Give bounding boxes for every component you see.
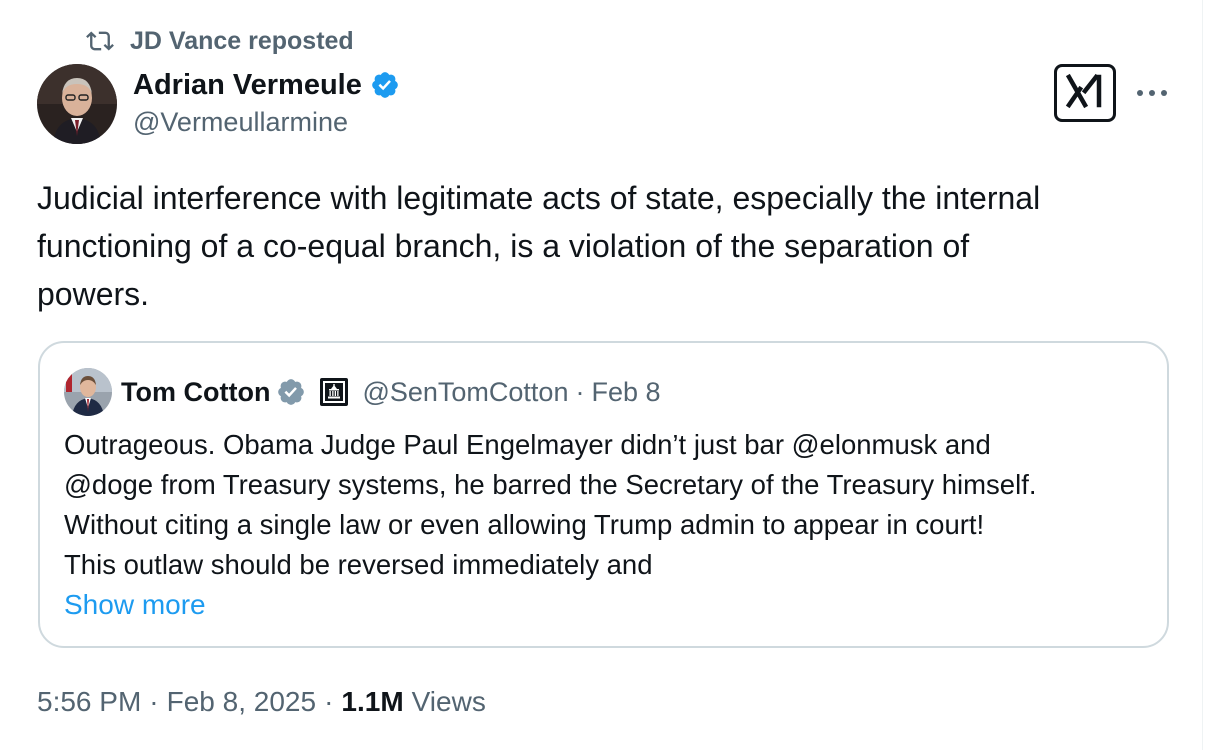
quoted-date[interactable]: Feb 8	[591, 377, 660, 408]
repost-icon	[84, 25, 116, 57]
tweet-detail: JD Vance reposted Adrian Vermeule @Verme…	[0, 0, 1203, 750]
repost-indicator[interactable]: JD Vance reposted	[84, 24, 354, 58]
author-name[interactable]: Adrian Vermeule	[133, 69, 362, 102]
quoted-avatar[interactable]	[64, 368, 112, 416]
quoted-tweet[interactable]: Tom Cotton @SenTomCotton · Feb 8 Outrage…	[38, 341, 1169, 648]
timestamp-time[interactable]: 5:56 PM	[37, 686, 141, 718]
separator-dot: ·	[575, 376, 585, 407]
more-button[interactable]	[1132, 76, 1172, 110]
grok-icon	[1065, 73, 1105, 114]
quoted-tweet-text: Outrageous. Obama Judge Paul Engelmayer …	[64, 425, 1154, 585]
more-icon	[1136, 84, 1168, 102]
separator-dot: ·	[149, 686, 159, 717]
quoted-author-handle[interactable]: @SenTomCotton	[362, 377, 568, 408]
quoted-text-line: This outlaw should be reversed immediate…	[64, 549, 653, 580]
verified-grey-icon[interactable]	[276, 376, 308, 408]
government-building-icon[interactable]	[320, 378, 349, 406]
quoted-text-line: Outrageous. Obama Judge Paul Engelmayer …	[64, 429, 991, 460]
quoted-tweet-header: Tom Cotton @SenTomCotton · Feb 8	[64, 368, 661, 416]
avatar[interactable]	[37, 64, 117, 144]
tweet-text-line: functioning of a co-equal branch, is a v…	[37, 228, 970, 264]
author-block: Adrian Vermeule @Vermeullarmine	[133, 66, 402, 138]
quoted-author-name[interactable]: Tom Cotton	[121, 377, 270, 408]
tweet-text-line: Judicial interference with legitimate ac…	[37, 180, 1041, 216]
views-count[interactable]: 1.1M	[341, 686, 403, 718]
tweet-meta: 5:56 PM · Feb 8, 2025 · 1.1M Views	[37, 680, 486, 724]
repost-label: JD Vance reposted	[130, 26, 354, 55]
quoted-text-line: @doge from Treasury systems, he barred t…	[64, 469, 1037, 500]
author-handle[interactable]: @Vermeullarmine	[133, 107, 402, 138]
separator-dot: ·	[324, 686, 334, 717]
grok-button[interactable]	[1054, 64, 1116, 122]
tweet-text: Judicial interference with legitimate ac…	[37, 174, 1177, 318]
verified-badge-icon[interactable]	[370, 69, 402, 101]
show-more-link[interactable]: Show more	[64, 585, 206, 625]
timestamp-date[interactable]: Feb 8, 2025	[167, 686, 316, 718]
tweet-text-line: powers.	[37, 276, 150, 312]
quoted-text-line: Without citing a single law or even allo…	[64, 509, 985, 540]
views-label: Views	[411, 686, 486, 717]
